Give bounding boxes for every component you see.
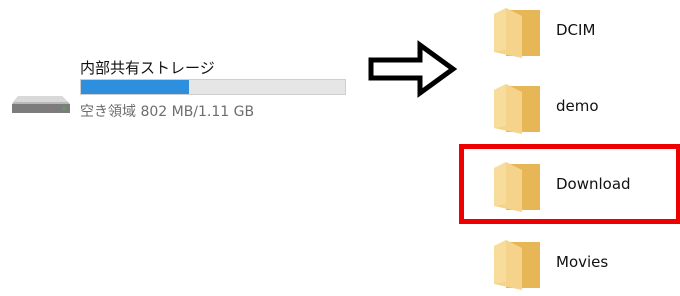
folder-item-movies[interactable]: Movies <box>480 230 680 296</box>
folder-label: demo <box>556 97 599 115</box>
folder-icon <box>494 8 540 58</box>
right-arrow-outline-icon <box>368 40 458 98</box>
folder-icon <box>494 240 540 290</box>
free-space-text: 空き領域 802 MB/1.11 GB <box>80 104 255 120</box>
internal-storage-drive[interactable]: 内部共有ストレージ 空き領域 802 MB/1.11 GB <box>0 0 360 140</box>
folder-item-demo[interactable]: demo <box>480 74 680 140</box>
download-highlight-box <box>459 144 680 224</box>
folder-label: Movies <box>556 253 609 271</box>
folder-icon <box>494 84 540 134</box>
drive-name: 内部共有ストレージ <box>80 59 215 77</box>
storage-usage-fill <box>81 80 190 94</box>
folder-label: DCIM <box>556 21 596 39</box>
folder-item-dcim[interactable]: DCIM <box>480 0 680 64</box>
hard-drive-icon <box>12 96 70 113</box>
storage-usage-bar <box>80 79 346 95</box>
